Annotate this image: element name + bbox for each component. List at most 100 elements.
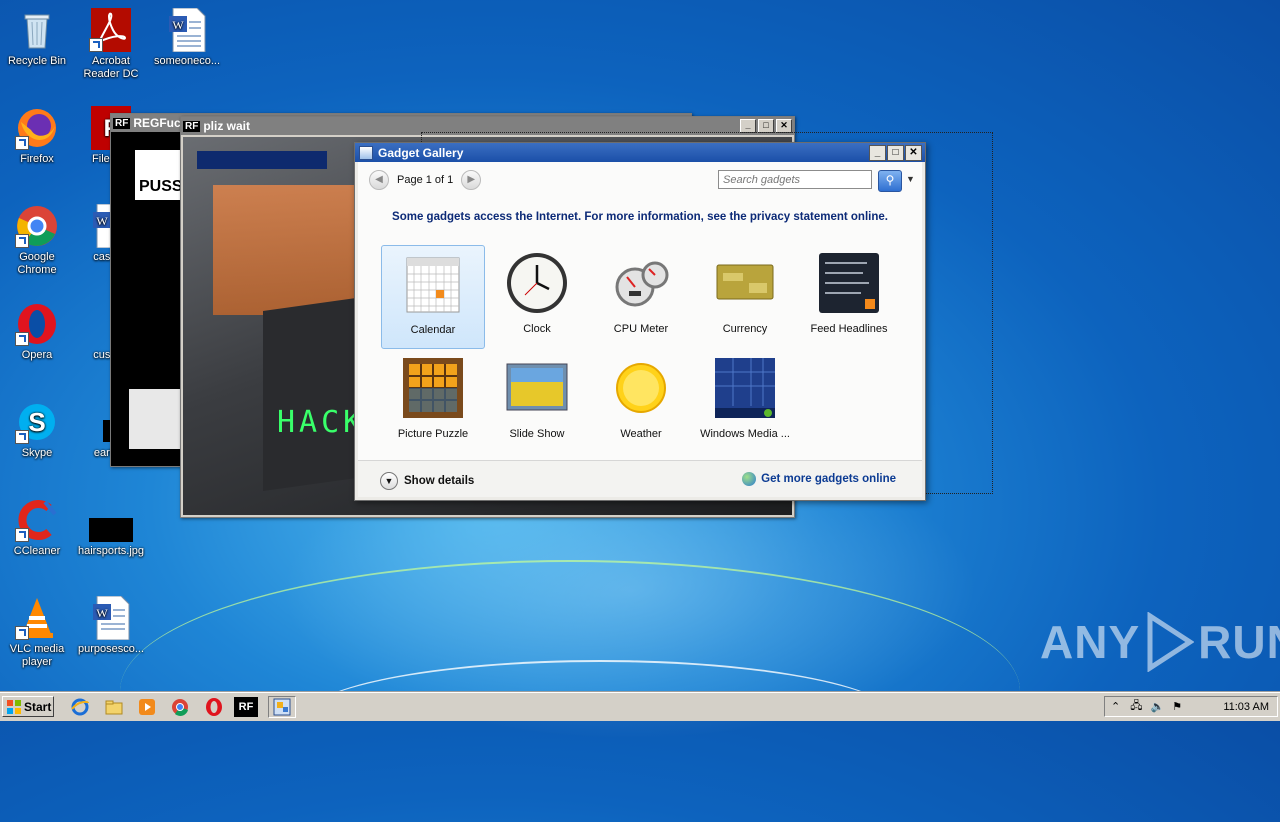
- volume-icon[interactable]: 🔈: [1150, 700, 1164, 713]
- close-button[interactable]: ✕: [776, 119, 792, 133]
- desktop-icon-ccleaner[interactable]: CCleaner: [0, 498, 74, 558]
- gadget-clock[interactable]: Clock: [485, 245, 589, 349]
- desktop-icon-purposesco[interactable]: W purposesco...: [74, 595, 148, 656]
- ie-taskbar-icon[interactable]: [70, 697, 90, 717]
- ccleaner-icon: [15, 498, 59, 542]
- gadget-label: Weather: [620, 428, 662, 440]
- show-hidden-icons-button[interactable]: ⌃: [1111, 700, 1120, 713]
- desktop-icon-label: Acrobat Reader DC: [83, 55, 139, 80]
- globe-icon: [742, 472, 757, 486]
- desktop-icon-recycle-bin[interactable]: Recycle Bin: [0, 8, 74, 68]
- gadget-gallery-window[interactable]: Gadget Gallery _ □ ✕ ◀ Page 1 of 1 ▶ Sea…: [354, 142, 926, 501]
- pager: ◀ Page 1 of 1 ▶: [369, 170, 482, 190]
- svg-text:W: W: [172, 18, 184, 32]
- calendar-icon: [401, 252, 465, 316]
- chevron-down-icon: ▼: [380, 472, 398, 490]
- gadget-label: Clock: [523, 323, 551, 335]
- start-button[interactable]: Start: [2, 696, 54, 717]
- progress-bar: [197, 151, 327, 169]
- network-icon[interactable]: 🖧: [1130, 697, 1142, 716]
- prev-page-button[interactable]: ◀: [369, 170, 389, 190]
- word-document-icon: W: [89, 595, 133, 641]
- search-input[interactable]: Search gadgets: [718, 170, 872, 189]
- chrome-taskbar-icon[interactable]: [170, 697, 190, 717]
- gadget-cpu-meter[interactable]: CPU Meter: [589, 245, 693, 349]
- gadget-label: CPU Meter: [613, 323, 669, 335]
- gadget-label: Calendar: [410, 324, 456, 336]
- gadget-label: Picture Puzzle: [397, 428, 469, 440]
- get-more-gadgets-link[interactable]: Get more gadgets online: [742, 472, 896, 486]
- desktop-icon-acrobat[interactable]: Acrobat Reader DC: [74, 8, 148, 81]
- close-button[interactable]: ✕: [905, 144, 922, 161]
- window-title: pliz wait: [203, 119, 251, 133]
- page-label: Page 1 of 1: [397, 174, 454, 186]
- desktop-icon-vlc[interactable]: VLC media player: [0, 596, 74, 669]
- system-tray: ⌃ 🖧 🔈 ⚑ 11:03 AM: [1104, 696, 1278, 717]
- gadget-gallery-icon: [359, 145, 373, 160]
- gadget-weather[interactable]: Weather: [589, 350, 693, 454]
- anyrun-watermark: ANY RUN: [1040, 612, 1280, 672]
- desktop-icon-label: Recycle Bin: [7, 55, 67, 67]
- wallpaper-arc: [300, 660, 900, 782]
- opera-taskbar-icon[interactable]: [204, 697, 224, 717]
- word-document-icon: W: [165, 7, 209, 53]
- image-file-icon: [89, 498, 133, 542]
- puzzle-icon: [401, 356, 465, 420]
- maximize-button[interactable]: □: [887, 144, 904, 161]
- gadget-windows-media[interactable]: Windows Media ...: [693, 350, 797, 454]
- next-page-button[interactable]: ▶: [461, 170, 482, 190]
- get-more-gadgets-label: Get more gadgets online: [761, 473, 896, 485]
- action-center-flag-icon[interactable]: ⚑: [1172, 700, 1182, 713]
- minimize-button[interactable]: _: [740, 119, 756, 133]
- slideshow-icon: [505, 356, 569, 420]
- privacy-notice: Some gadgets access the Internet. For mo…: [392, 211, 888, 223]
- desktop-icon-firefox[interactable]: Firefox: [0, 106, 74, 166]
- desktop-icon-label: Firefox: [20, 153, 54, 165]
- chrome-icon: [15, 204, 59, 248]
- show-details-toggle[interactable]: ▼ Show details: [380, 472, 474, 490]
- watermark-right: RUN: [1198, 616, 1280, 668]
- gadget-gallery-footer: ▼ Show details Get more gadgets online: [358, 460, 922, 497]
- gadget-currency[interactable]: Currency: [693, 245, 797, 349]
- desktop-icon-chrome[interactable]: Google Chrome: [0, 204, 74, 277]
- desktop-icon-skype[interactable]: S Skype: [0, 400, 74, 460]
- gadget-feed-headlines[interactable]: Feed Headlines: [797, 245, 901, 349]
- play-logo-icon: [1147, 612, 1195, 672]
- explorer-taskbar-icon[interactable]: [104, 697, 124, 717]
- feed-icon: [817, 251, 881, 315]
- acrobat-icon: [89, 8, 133, 52]
- gadget-gallery-icon: [273, 698, 291, 716]
- svg-text:S: S: [28, 407, 45, 437]
- desktop-icon-label: someoneco...: [153, 55, 221, 67]
- gadget-slide-show[interactable]: Slide Show: [485, 350, 589, 454]
- show-details-label: Show details: [404, 475, 475, 487]
- search-dropdown-arrow[interactable]: ▼: [906, 174, 915, 184]
- search-icon: ⚲: [885, 173, 895, 187]
- media-player-taskbar-icon[interactable]: [137, 697, 157, 717]
- window-title: Gadget Gallery: [378, 145, 464, 160]
- regfuck-text: PUSS: [137, 178, 185, 196]
- rf-app-icon: RF: [113, 117, 131, 129]
- desktop-icon-label: Opera: [21, 349, 53, 361]
- gadget-calendar[interactable]: Calendar: [381, 245, 485, 349]
- poster: [213, 185, 363, 315]
- media-center-icon: [713, 356, 777, 420]
- search-button[interactable]: ⚲: [878, 170, 902, 192]
- cpu-meter-icon: [609, 251, 673, 315]
- gadget-gallery-body: ◀ Page 1 of 1 ▶ Search gadgets ⚲ ▼ Some …: [358, 162, 922, 497]
- taskbar-clock[interactable]: 11:03 AM: [1223, 701, 1269, 713]
- desktop-icon-opera[interactable]: Opera: [0, 302, 74, 362]
- maximize-button[interactable]: □: [758, 119, 774, 133]
- gadget-taskbar-button[interactable]: [268, 696, 296, 718]
- minimize-button[interactable]: _: [869, 144, 886, 161]
- desktop-icon-someoneco[interactable]: W someoneco...: [150, 7, 224, 68]
- rf-taskbar-icon[interactable]: RF: [234, 697, 258, 717]
- clock-icon: [505, 251, 569, 315]
- gadget-picture-puzzle[interactable]: Picture Puzzle: [381, 350, 485, 454]
- desktop-icon-hairsports[interactable]: hairsports.jpg: [74, 498, 148, 558]
- desktop-icon-label: Google Chrome: [17, 251, 57, 276]
- gadget-gallery-titlebar[interactable]: Gadget Gallery _ □ ✕: [355, 143, 925, 162]
- currency-icon: [713, 251, 777, 315]
- start-label: Start: [24, 699, 52, 714]
- desktop-icon-label: VLC media player: [9, 643, 65, 668]
